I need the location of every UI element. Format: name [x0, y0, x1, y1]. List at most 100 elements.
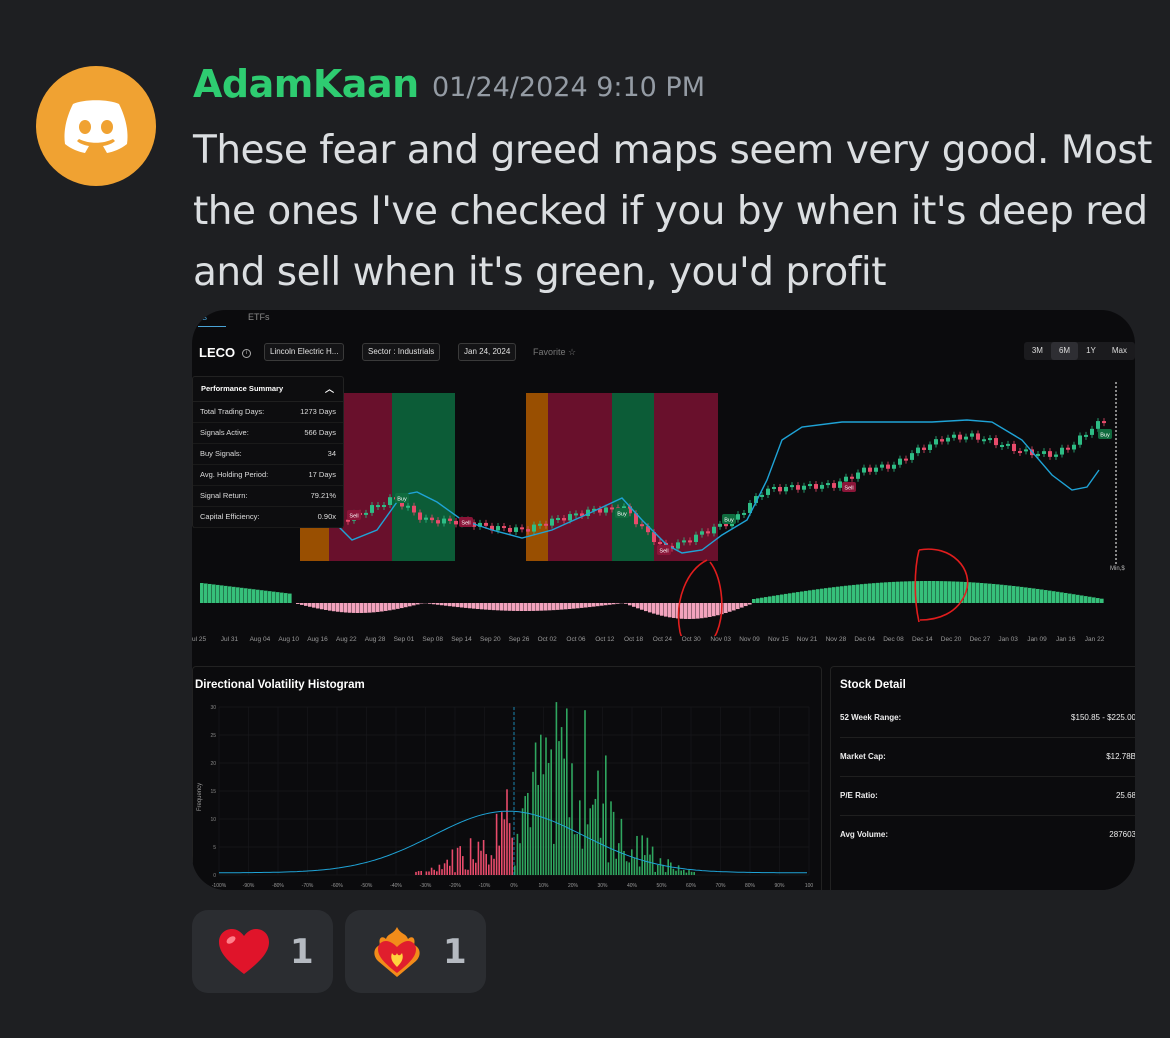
candle — [1066, 447, 1070, 450]
perf-row: Buy Signals: 34 — [193, 444, 343, 465]
star-icon: ☆ — [568, 347, 577, 357]
x-tick-label: Jan 16 — [1056, 636, 1076, 643]
oscillator-bar — [628, 603, 632, 606]
oscillator-bar — [876, 582, 880, 603]
candle — [760, 494, 764, 497]
histogram-bar — [503, 819, 506, 875]
x-tick-label: Aug 10 — [278, 636, 299, 643]
oscillator-bar — [312, 603, 316, 608]
x-axis-ticks: ul 25 Jul 31 Aug 04 Aug 10 Aug 16 Aug 22 Aug 2… — [192, 636, 1135, 648]
chevron-up-icon[interactable]: ︿ — [325, 377, 334, 401]
x-tick-label: -20% — [449, 883, 461, 889]
signal-zone — [654, 393, 718, 561]
tab-etfs[interactable]: ETFs — [248, 312, 270, 322]
reaction-heart-on-fire[interactable]: 1 — [345, 910, 486, 993]
detail-label: Market Cap: — [840, 752, 886, 761]
range-6m[interactable]: 6M — [1050, 342, 1079, 360]
oscillator-bar — [812, 589, 816, 603]
sector-chip[interactable]: Sector : Industrials — [362, 343, 441, 361]
author-name[interactable]: AdamKaan — [193, 62, 419, 106]
oscillator-bar — [588, 603, 592, 608]
oscillator-bar — [300, 603, 304, 605]
oscillator-bar — [668, 603, 672, 618]
oscillator-bar — [904, 581, 908, 603]
message-timestamp: 01/24/2024 9:10 PM — [432, 72, 705, 103]
candle — [874, 467, 878, 472]
candle — [544, 523, 548, 526]
performance-summary-header[interactable]: Performance Summary ︿ — [193, 377, 343, 402]
histogram-bar — [641, 835, 643, 875]
oscillator-bar — [212, 584, 216, 603]
oscillator-bar — [840, 586, 844, 603]
candle — [694, 534, 698, 542]
oscillator-bar — [608, 603, 612, 605]
candle — [928, 444, 932, 450]
histogram-bar — [508, 823, 511, 875]
histogram-bar — [542, 774, 545, 875]
histogram-bar — [672, 868, 675, 875]
oscillator-bar — [664, 603, 668, 617]
avatar[interactable] — [36, 66, 156, 186]
oscillator-bar — [376, 603, 380, 612]
histogram-bar — [550, 749, 552, 875]
stock-detail-title: Stock Detail — [840, 679, 906, 691]
candle — [802, 485, 806, 490]
oscillator-bar — [888, 582, 892, 603]
candle — [574, 513, 578, 516]
oscillator-bar — [448, 603, 452, 607]
histogram-bar — [482, 840, 485, 875]
histogram-bar — [485, 854, 487, 875]
candle — [1024, 449, 1028, 452]
oscillator-bar — [1020, 586, 1024, 603]
histogram-bar — [467, 869, 469, 875]
perf-value: 34 — [327, 449, 336, 458]
image-attachment[interactable]: ks ETFs LECO i Lincoln Electric H... Sec… — [192, 310, 1135, 890]
oscillator-bar — [340, 603, 344, 613]
x-tick-label: Oct 06 — [566, 636, 586, 643]
reaction-red-heart[interactable]: 1 — [192, 910, 333, 993]
oscillator-bar — [940, 581, 944, 603]
candle — [610, 507, 614, 510]
oscillator-bar — [644, 603, 648, 612]
candle — [484, 522, 488, 526]
oscillator-bar — [464, 603, 468, 608]
histogram-bar — [428, 871, 430, 875]
range-3m[interactable]: 3M — [1024, 342, 1051, 360]
oscillator-bar — [580, 603, 584, 608]
favorite-button[interactable]: Favorite ☆ — [533, 347, 576, 358]
oscillator-bar — [828, 587, 832, 603]
x-tick-label: -30% — [420, 883, 432, 889]
oscillator-bar — [800, 591, 804, 603]
histogram-bar — [664, 872, 667, 875]
oscillator-bar — [852, 584, 856, 603]
histogram-bar — [605, 755, 607, 875]
signal-sell-label: Sell — [461, 521, 470, 527]
candle — [442, 518, 446, 524]
oscillator-bar — [304, 603, 308, 606]
tab-stocks[interactable]: ks — [198, 312, 207, 322]
range-max[interactable]: Max — [1104, 342, 1135, 360]
signal-zone — [612, 393, 654, 561]
oscillator-bar — [716, 603, 720, 616]
range-1y[interactable]: 1Y — [1078, 342, 1104, 360]
oscillator-bar — [1008, 585, 1012, 603]
candle — [922, 447, 926, 450]
discord-logo-icon — [64, 100, 128, 153]
oscillator-bar — [656, 603, 660, 615]
x-tick-label: Nov 15 — [768, 636, 789, 643]
company-chip[interactable]: Lincoln Electric H... — [264, 343, 345, 361]
info-icon[interactable]: i — [242, 349, 251, 358]
candle — [514, 527, 518, 532]
candle — [346, 519, 350, 522]
candle — [820, 484, 824, 489]
oscillator-bar — [408, 603, 412, 607]
perf-row: Signal Return: 79.21% — [193, 486, 343, 507]
detail-value: 25.68 — [1115, 791, 1135, 800]
date-chip[interactable]: Jan 24, 2024 — [458, 343, 517, 361]
oscillator-bar — [984, 583, 988, 603]
oscillator-bar — [284, 593, 288, 603]
candle — [832, 483, 836, 488]
histogram-chart: 0 5 10 15 20 25 30 -100% -90% -80% -70% -60% -50% -40… — [197, 702, 813, 889]
candle — [844, 476, 848, 482]
signal-sell-label: Sell — [659, 549, 668, 555]
